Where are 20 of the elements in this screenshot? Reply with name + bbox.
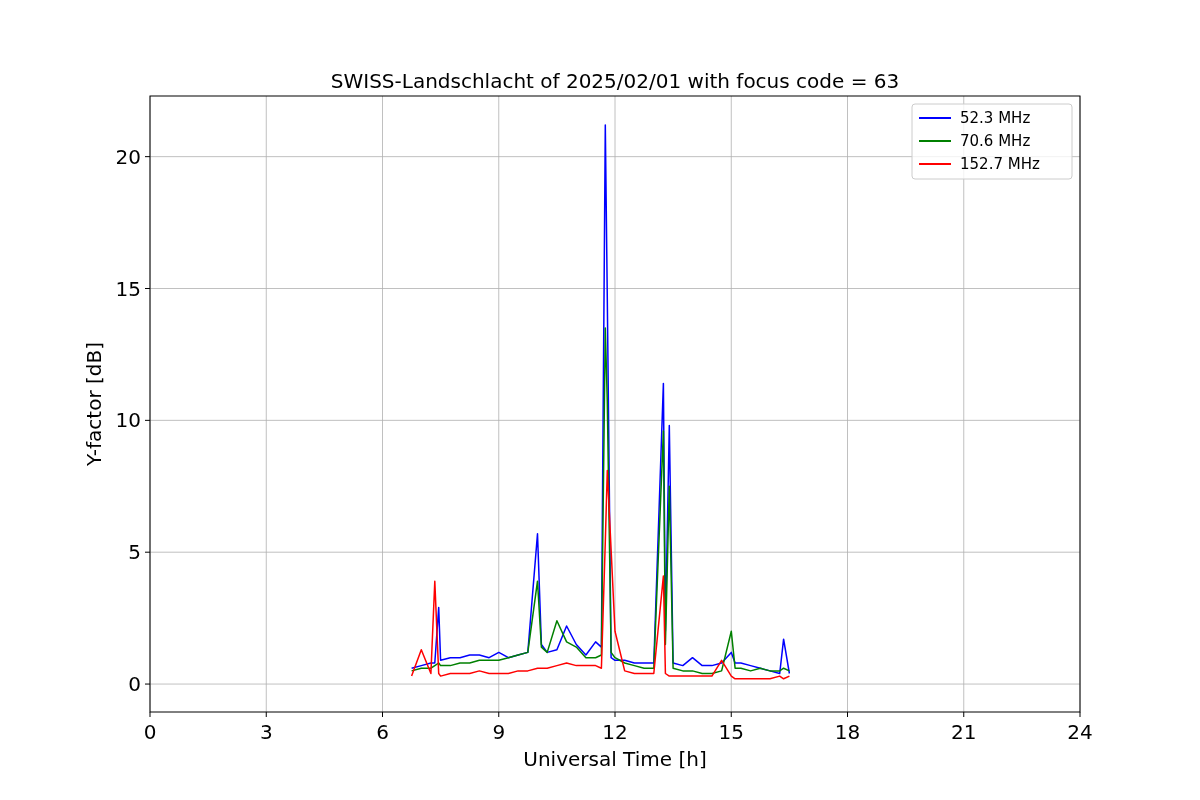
legend-label: 70.6 MHz [960,132,1031,150]
x-tick-label: 21 [951,720,977,744]
y-axis-label: Y-factor [dB] [82,342,106,466]
y-tick-label: 10 [115,408,141,433]
x-tick-label: 24 [1067,720,1093,744]
x-tick-label: 9 [492,720,506,744]
x-tick-label: 3 [259,720,273,744]
chart-title: SWISS-Landschlacht of 2025/02/01 with focus code = 63 [330,69,900,93]
y-tick-label: 15 [115,276,141,301]
x-tick-label: 6 [376,720,389,744]
legend-label: 52.3 MHz [960,109,1031,127]
legend-label: 152.7 MHz [960,155,1040,173]
x-tick-label: 12 [602,720,628,744]
y-tick-label: 5 [128,540,141,565]
y-tick-label: 0 [128,672,141,697]
x-tick-label: 18 [834,720,861,744]
x-tick-label: 0 [143,720,157,744]
y-tick-label: 20 [115,144,141,169]
x-tick-label: 15 [718,720,744,744]
x-axis-label: Universal Time [h] [523,747,707,771]
